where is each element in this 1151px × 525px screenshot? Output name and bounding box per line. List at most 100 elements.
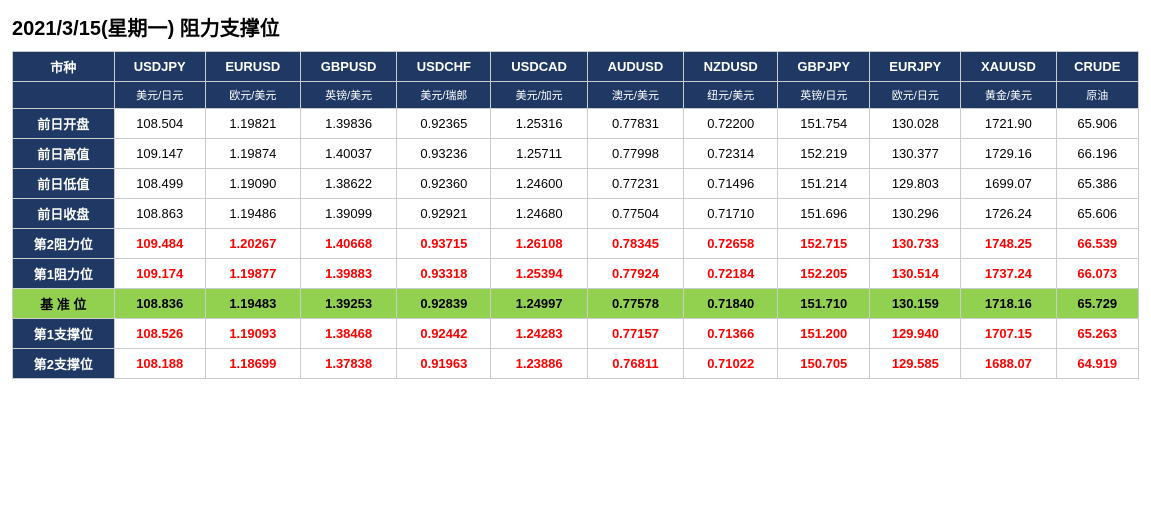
cell-value: 1.24680 (491, 199, 587, 229)
row-label: 前日收盘 (13, 199, 115, 229)
col-header-symbol: 市种 (13, 52, 115, 82)
column-header-row-1: 市种 USDJPY EURUSD GBPUSD USDCHF USDCAD AU… (13, 52, 1139, 82)
col-sub-gbpjpy: 英镑/日元 (778, 82, 870, 109)
cell-value: 1726.24 (961, 199, 1056, 229)
table-row: 前日高值109.1471.198741.400370.932361.257110… (13, 139, 1139, 169)
main-table: 市种 USDJPY EURUSD GBPUSD USDCHF USDCAD AU… (12, 51, 1139, 379)
cell-value: 66.196 (1056, 139, 1138, 169)
cell-value: 1.39883 (300, 259, 396, 289)
cell-value: 108.836 (114, 289, 205, 319)
col-header-usdjpy: USDJPY (114, 52, 205, 82)
cell-value: 1699.07 (961, 169, 1056, 199)
cell-value: 1.24600 (491, 169, 587, 199)
cell-value: 130.028 (870, 109, 961, 139)
cell-value: 129.803 (870, 169, 961, 199)
cell-value: 0.92442 (397, 319, 491, 349)
cell-value: 1.19874 (205, 139, 300, 169)
cell-value: 151.200 (778, 319, 870, 349)
cell-value: 1.19093 (205, 319, 300, 349)
row-label: 第2阻力位 (13, 229, 115, 259)
col-header-eurjpy: EURJPY (870, 52, 961, 82)
cell-value: 108.863 (114, 199, 205, 229)
col-sub-gbpusd: 英镑/美元 (300, 82, 396, 109)
table-row: 基 准 位108.8361.194831.392530.928391.24997… (13, 289, 1139, 319)
cell-value: 108.499 (114, 169, 205, 199)
cell-value: 1.19486 (205, 199, 300, 229)
cell-value: 1.39253 (300, 289, 396, 319)
cell-value: 1718.16 (961, 289, 1056, 319)
cell-value: 1.18699 (205, 349, 300, 379)
cell-value: 0.71496 (684, 169, 778, 199)
cell-value: 65.263 (1056, 319, 1138, 349)
cell-value: 152.205 (778, 259, 870, 289)
col-sub-usdcad: 美元/加元 (491, 82, 587, 109)
cell-value: 0.92360 (397, 169, 491, 199)
table-row: 前日开盘108.5041.198211.398360.923651.253160… (13, 109, 1139, 139)
cell-value: 152.715 (778, 229, 870, 259)
col-sub-audusd: 澳元/美元 (587, 82, 683, 109)
table-row: 第2支撑位108.1881.186991.378380.919631.23886… (13, 349, 1139, 379)
cell-value: 0.92839 (397, 289, 491, 319)
cell-value: 1.26108 (491, 229, 587, 259)
cell-value: 0.72200 (684, 109, 778, 139)
row-label: 基 准 位 (13, 289, 115, 319)
cell-value: 0.71840 (684, 289, 778, 319)
table-row: 前日低值108.4991.190901.386220.923601.246000… (13, 169, 1139, 199)
cell-value: 130.296 (870, 199, 961, 229)
cell-value: 0.93236 (397, 139, 491, 169)
cell-value: 0.78345 (587, 229, 683, 259)
cell-value: 130.514 (870, 259, 961, 289)
cell-value: 1737.24 (961, 259, 1056, 289)
cell-value: 0.77998 (587, 139, 683, 169)
page-title: 2021/3/15(星期一) 阻力支撑位 (12, 12, 1139, 41)
cell-value: 1.19877 (205, 259, 300, 289)
cell-value: 151.754 (778, 109, 870, 139)
col-header-usdcad: USDCAD (491, 52, 587, 82)
col-header-gbpjpy: GBPJPY (778, 52, 870, 82)
row-label: 第1支撑位 (13, 319, 115, 349)
row-label: 第1阻力位 (13, 259, 115, 289)
col-header-usdchf: USDCHF (397, 52, 491, 82)
cell-value: 1.25711 (491, 139, 587, 169)
cell-value: 1.38622 (300, 169, 396, 199)
table-row: 第2阻力位109.4841.202671.406680.937151.26108… (13, 229, 1139, 259)
table-row: 第1阻力位109.1741.198771.398830.933181.25394… (13, 259, 1139, 289)
cell-value: 0.72184 (684, 259, 778, 289)
cell-value: 1.39099 (300, 199, 396, 229)
cell-value: 0.71022 (684, 349, 778, 379)
cell-value: 151.214 (778, 169, 870, 199)
cell-value: 152.219 (778, 139, 870, 169)
cell-value: 1688.07 (961, 349, 1056, 379)
cell-value: 1.24283 (491, 319, 587, 349)
cell-value: 108.188 (114, 349, 205, 379)
cell-value: 151.710 (778, 289, 870, 319)
cell-value: 0.77504 (587, 199, 683, 229)
cell-value: 130.159 (870, 289, 961, 319)
col-sub-usdjpy: 美元/日元 (114, 82, 205, 109)
cell-value: 1.25316 (491, 109, 587, 139)
col-header-crude: CRUDE (1056, 52, 1138, 82)
cell-value: 1.37838 (300, 349, 396, 379)
cell-value: 1.20267 (205, 229, 300, 259)
cell-value: 0.71710 (684, 199, 778, 229)
cell-value: 1.19090 (205, 169, 300, 199)
col-sub-xauusd: 黄金/美元 (961, 82, 1056, 109)
cell-value: 0.77578 (587, 289, 683, 319)
cell-value: 0.77831 (587, 109, 683, 139)
col-sub-nzdusd: 纽元/美元 (684, 82, 778, 109)
cell-value: 1729.16 (961, 139, 1056, 169)
cell-value: 66.539 (1056, 229, 1138, 259)
cell-value: 0.92365 (397, 109, 491, 139)
table-row: 第1支撑位108.5261.190931.384680.924421.24283… (13, 319, 1139, 349)
cell-value: 0.92921 (397, 199, 491, 229)
cell-value: 0.71366 (684, 319, 778, 349)
cell-value: 0.77231 (587, 169, 683, 199)
cell-value: 1.40037 (300, 139, 396, 169)
cell-value: 0.72658 (684, 229, 778, 259)
cell-value: 65.386 (1056, 169, 1138, 199)
cell-value: 0.77924 (587, 259, 683, 289)
cell-value: 0.76811 (587, 349, 683, 379)
col-header-gbpusd: GBPUSD (300, 52, 396, 82)
cell-value: 0.72314 (684, 139, 778, 169)
cell-value: 1.38468 (300, 319, 396, 349)
